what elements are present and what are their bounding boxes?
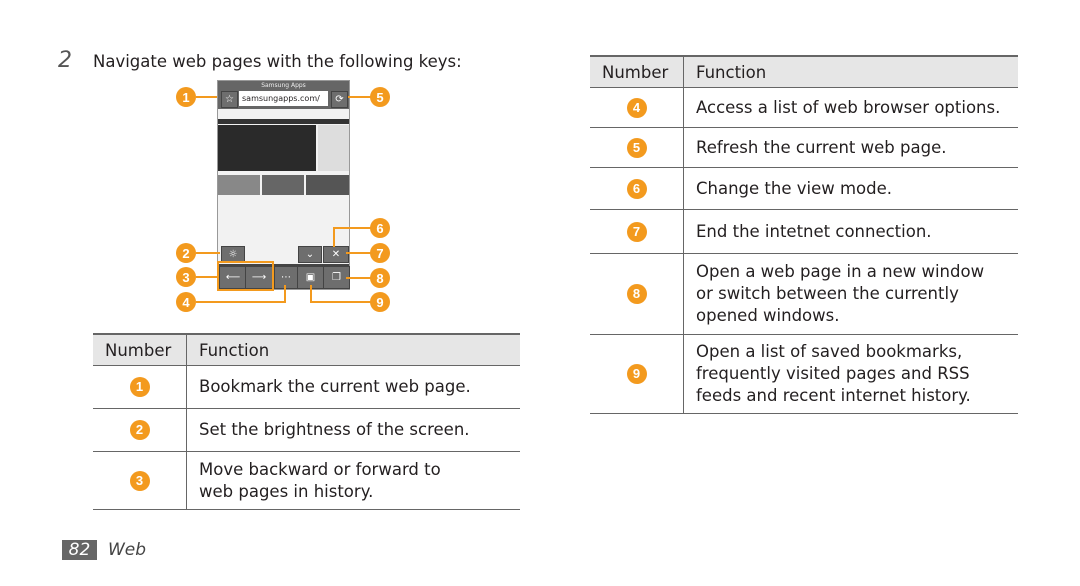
row-function: Set the brightness of the screen.: [186, 408, 520, 452]
row-function: Refresh the current web page.: [683, 127, 1018, 168]
url-field: samsungapps.com/: [239, 91, 328, 106]
row-badge: 1: [129, 377, 150, 397]
view-mode-icon: ⌄: [298, 246, 322, 263]
left-function-table: Number Function 1 Bookmark the current web…: [93, 333, 520, 510]
row-function: Open a list of saved bookmarks, frequent…: [683, 334, 1018, 414]
refresh-icon: ⟳: [331, 91, 348, 108]
row-badge: 8: [626, 284, 647, 304]
row-badge: 2: [129, 420, 150, 440]
row-function: End the intetnet connection.: [683, 209, 1018, 254]
header-number: Number: [93, 333, 187, 366]
page-number: 82: [62, 540, 97, 560]
callout-4: 4: [176, 292, 196, 312]
row-badge: 4: [626, 97, 647, 118]
right-function-table: Number Function 4 Access a list of web bro…: [590, 55, 1018, 414]
table-row: 2 Set the brightness of the screen.: [93, 408, 520, 452]
header-function: Function: [683, 55, 1018, 88]
bookmark-icon: ☆: [221, 91, 238, 108]
row-function: Move backward or forward to web pages in…: [186, 451, 520, 510]
browser-title: Samsung Apps: [261, 82, 306, 89]
table-row: 8 Open a web page in a new window or swit…: [590, 253, 1018, 335]
row-function: Open a web page in a new window or switc…: [683, 253, 1018, 335]
callout-9: 9: [370, 292, 390, 312]
callout-3: 3: [176, 267, 196, 287]
callout-6: 6: [370, 218, 390, 238]
callout-2: 2: [176, 243, 196, 263]
browser-screenshot: Samsung Apps ☆ samsungapps.com/ ⟳ ☼ ⌄ ✕ …: [217, 80, 350, 290]
row-badge: 7: [626, 221, 647, 242]
step-number: 2: [58, 48, 72, 73]
close-icon: ✕: [323, 246, 349, 263]
callout-1: 1: [176, 87, 196, 107]
row-badge: 9: [626, 364, 647, 384]
table-row: 5 Refresh the current web page.: [590, 127, 1018, 168]
table-row: 7 End the intetnet connection.: [590, 209, 1018, 254]
row-badge: 6: [626, 178, 647, 199]
callout-8: 8: [370, 268, 390, 288]
table-row: 4 Access a list of web browser options.: [590, 87, 1018, 128]
header-function: Function: [186, 333, 520, 366]
options-icon: ⋯: [274, 266, 298, 289]
table-row: 3 Move backward or forward to web pages i…: [93, 451, 520, 510]
step-text: Navigate web pages with the following ke…: [93, 52, 462, 71]
table-row: 1 Bookmark the current web page.: [93, 365, 520, 409]
row-function: Bookmark the current web page.: [186, 365, 520, 409]
callout-5: 5: [370, 87, 390, 107]
row-badge: 5: [626, 137, 647, 158]
section-name: Web: [108, 540, 147, 560]
callout-7: 7: [370, 243, 390, 263]
table-row: 6 Change the view mode.: [590, 167, 1018, 210]
table-row: 9 Open a list of saved bookmarks, frequen…: [590, 334, 1018, 414]
row-badge: 3: [129, 470, 150, 491]
row-function: Access a list of web browser options.: [683, 87, 1018, 128]
header-number: Number: [590, 55, 684, 88]
row-function: Change the view mode.: [683, 167, 1018, 210]
